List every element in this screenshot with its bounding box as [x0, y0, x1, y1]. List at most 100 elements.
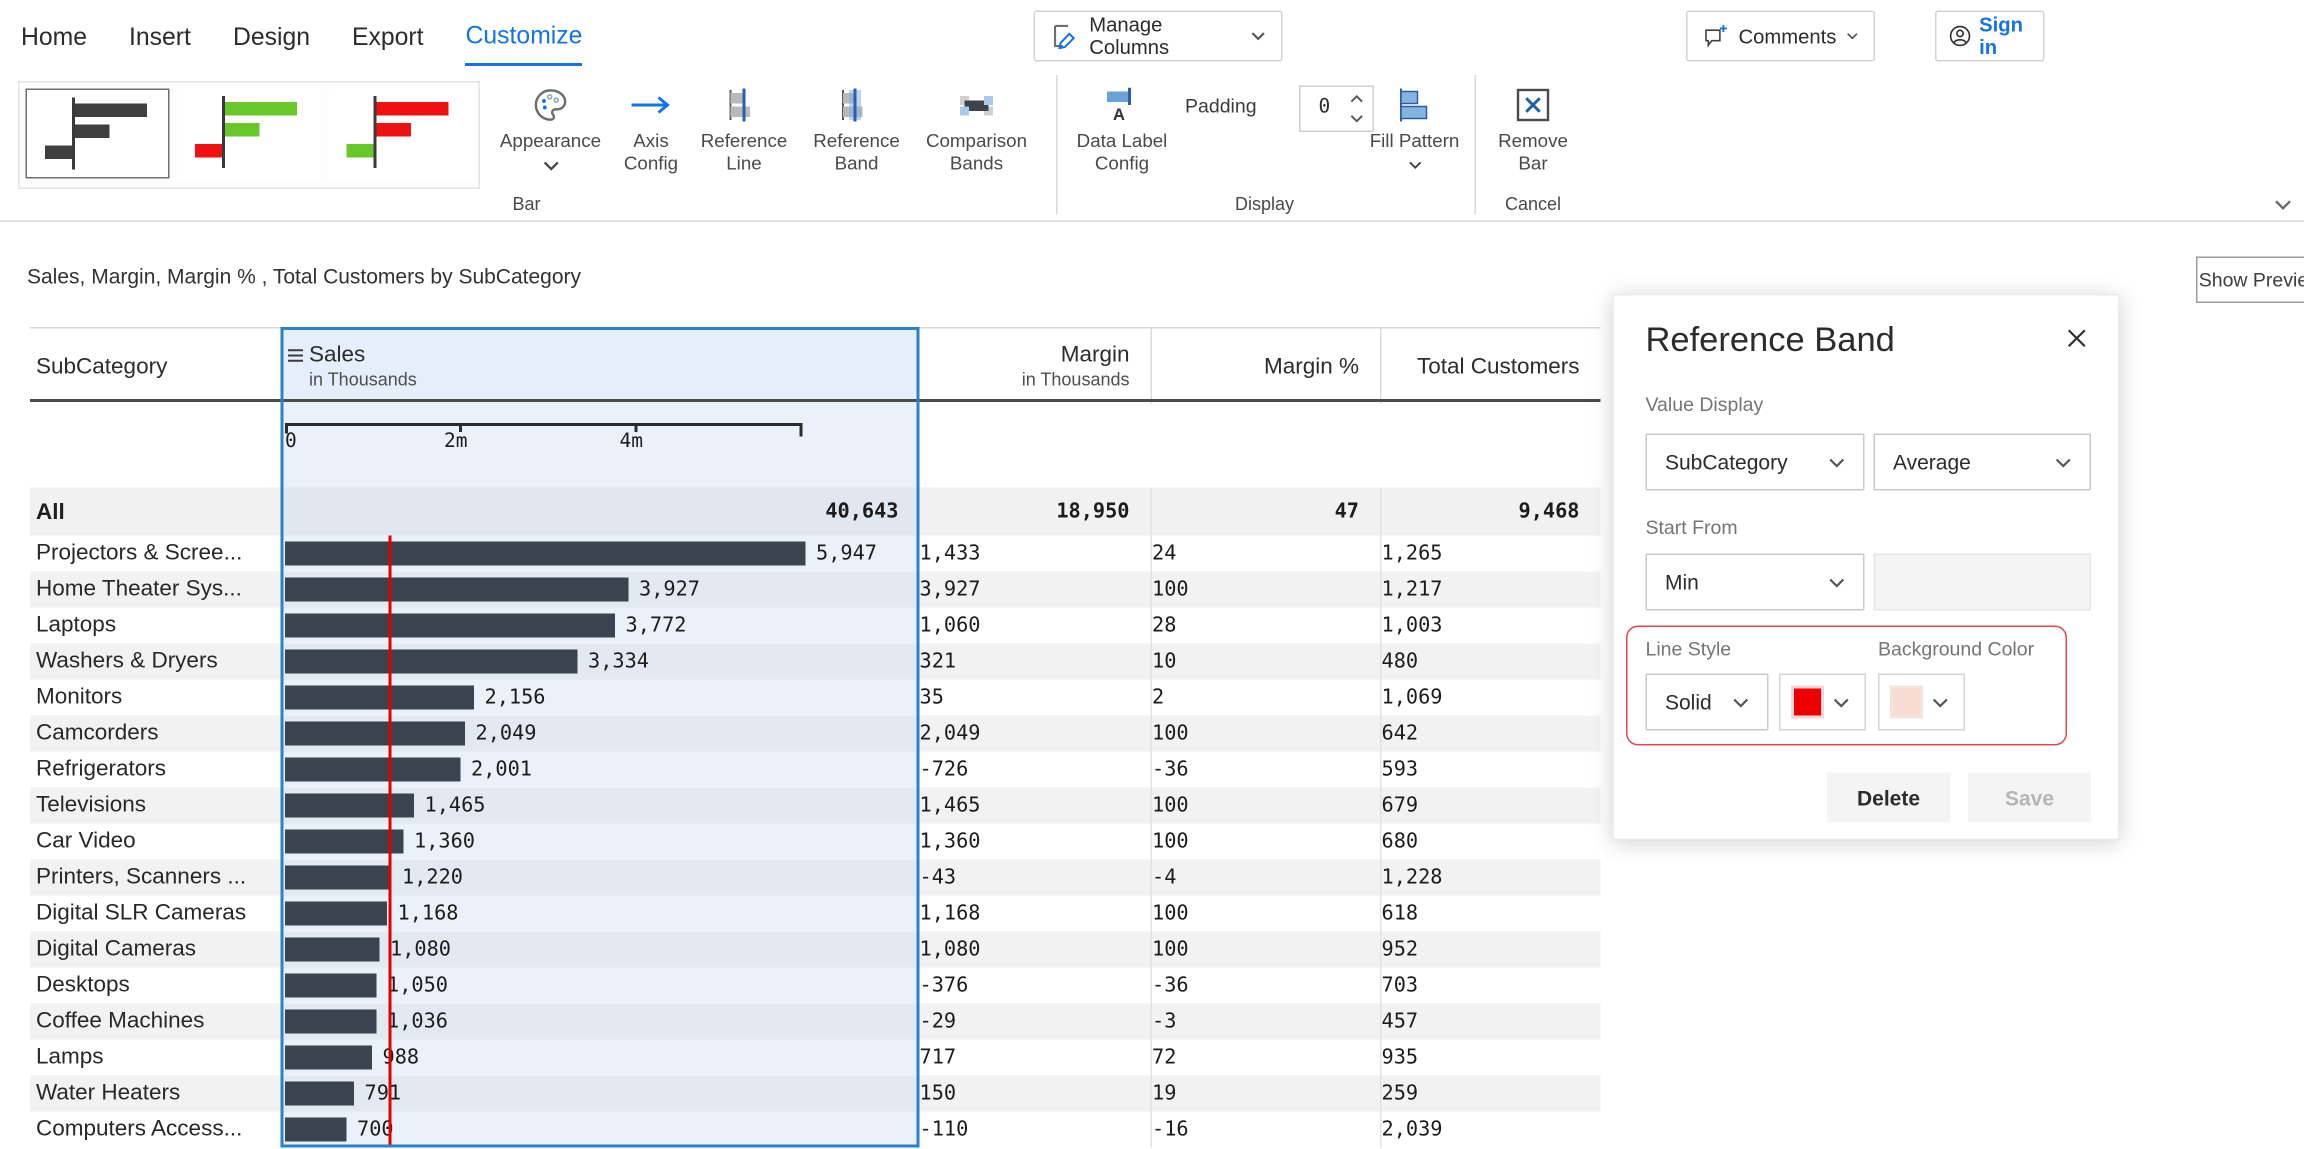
- row-margin-pct: 100: [1151, 932, 1381, 968]
- remove-bar-button[interactable]: Remove Bar: [1487, 84, 1580, 176]
- bar-style-thumbnail-gray[interactable]: [26, 89, 170, 179]
- group-label-cancel: Cancel: [1488, 194, 1578, 215]
- row-sales-cell: 3,772: [281, 608, 920, 644]
- close-icon[interactable]: [2066, 327, 2089, 350]
- sales-value-label: 1,168: [398, 896, 459, 932]
- table-row[interactable]: Washers & Dryers 3,334 321 10 480: [30, 644, 1601, 680]
- table-row[interactable]: Digital SLR Cameras 1,168 1,168 100 618: [30, 896, 1601, 932]
- row-sales-cell: 1,080: [281, 932, 920, 968]
- sales-bar: [285, 722, 465, 746]
- collapse-ribbon-icon[interactable]: [2274, 200, 2292, 211]
- background-color-dropdown[interactable]: [1878, 674, 1965, 731]
- row-sales-cell: 791: [281, 1076, 920, 1112]
- reference-line-button[interactable]: Reference Line: [696, 84, 792, 176]
- row-margin-pct: 28: [1151, 608, 1381, 644]
- app-window: Home Insert Design Export Customize Manage C…: [0, 0, 2304, 1149]
- padding-input[interactable]: [1316, 95, 1352, 121]
- value-display-aggregation-dropdown[interactable]: Average: [1874, 434, 2092, 491]
- sales-bar: [285, 1082, 354, 1106]
- row-margin-pct: 100: [1151, 824, 1381, 860]
- sales-bar: [285, 578, 629, 602]
- header-sales-label: Sales: [309, 342, 365, 368]
- menu-customize[interactable]: Customize: [466, 5, 583, 65]
- table-row-all[interactable]: All 40,643 18,950 47 9,468: [30, 488, 1601, 536]
- reference-band-button[interactable]: Reference Band: [809, 84, 905, 176]
- table-row[interactable]: Camcorders 2,049 2,049 100 642: [30, 716, 1601, 752]
- reference-line-label: Reference Line: [696, 131, 792, 176]
- header-margin-subtitle: in Thousands: [1022, 369, 1130, 390]
- row-sales-cell: 1,220: [281, 860, 920, 896]
- palette-icon: [531, 86, 570, 125]
- header-total-customers[interactable]: Total Customers: [1380, 329, 1601, 404]
- table-row[interactable]: Digital Cameras 1,080 1,080 100 952: [30, 932, 1601, 968]
- table-row[interactable]: Car Video 1,360 1,360 100 680: [30, 824, 1601, 860]
- sales-value-label: 791: [365, 1076, 402, 1112]
- table-row[interactable]: Televisions 1,465 1,465 100 679: [30, 788, 1601, 824]
- table-row[interactable]: Printers, Scanners ... 1,220 -43 -4 1,22…: [30, 860, 1601, 896]
- table-row[interactable]: Laptops 3,772 1,060 28 1,003: [30, 608, 1601, 644]
- value-display-field-dropdown[interactable]: SubCategory: [1646, 434, 1865, 491]
- fill-pattern-button[interactable]: Fill Pattern: [1370, 84, 1460, 176]
- comments-button[interactable]: Comments: [1686, 11, 1875, 62]
- data-label-config-button[interactable]: A Data Label Config: [1070, 84, 1175, 176]
- header-margin[interactable]: Margin in Thousands: [920, 329, 1151, 404]
- row-sales-cell: 1,465: [281, 788, 920, 824]
- row-margin-pct: 47: [1151, 488, 1381, 536]
- sales-bar: [285, 794, 414, 818]
- header-sales[interactable]: Sales in Thousands: [281, 329, 920, 404]
- comparison-bands-button[interactable]: Comparison Bands: [914, 84, 1040, 176]
- menu-export[interactable]: Export: [352, 7, 424, 64]
- header-margin-pct[interactable]: Margin %: [1151, 329, 1381, 404]
- sign-in-button[interactable]: Sign in: [1935, 11, 2045, 62]
- row-customers: 680: [1380, 824, 1601, 860]
- table-row[interactable]: Desktops 1,050 -376 -36 703: [30, 968, 1601, 1004]
- row-margin-pct: 72: [1151, 1040, 1381, 1076]
- row-margin: 1,433: [920, 536, 1151, 572]
- show-preview-button[interactable]: Show Preview: [2196, 257, 2304, 304]
- stepper-up-icon[interactable]: [1350, 95, 1364, 104]
- start-from-value-input[interactable]: [1874, 554, 2092, 611]
- sign-in-label: Sign in: [1979, 14, 2031, 59]
- sales-bar: [285, 866, 392, 890]
- row-category: Lamps: [30, 1040, 281, 1076]
- row-category: Home Theater Sys...: [30, 572, 281, 608]
- padding-stepper[interactable]: [1299, 86, 1374, 133]
- menu-insert[interactable]: Insert: [129, 7, 191, 64]
- axis-config-button[interactable]: Axis Config: [612, 84, 690, 176]
- row-sales-cell: 988: [281, 1040, 920, 1076]
- background-color-swatch: [1890, 686, 1923, 719]
- table-row[interactable]: Water Heaters 791 150 19 259: [30, 1076, 1601, 1112]
- table-row[interactable]: Coffee Machines 1,036 -29 -3 457: [30, 1004, 1601, 1040]
- bar-style-thumbnail-green-red[interactable]: [177, 89, 321, 179]
- row-sales-cell: 40,643: [281, 488, 920, 536]
- start-from-dropdown[interactable]: Min: [1646, 554, 1865, 611]
- table-row[interactable]: Refrigerators 2,001 -726 -36 593: [30, 752, 1601, 788]
- stepper-down-icon[interactable]: [1350, 114, 1364, 123]
- line-color-dropdown[interactable]: [1779, 674, 1866, 731]
- row-margin: 1,360: [920, 824, 1151, 860]
- row-sales-cell: 2,049: [281, 716, 920, 752]
- padding-label: Padding: [1185, 95, 1257, 118]
- table-row[interactable]: Computers Access... 700 -110 -16 2,039: [30, 1112, 1601, 1148]
- drag-handle-icon[interactable]: [287, 347, 305, 362]
- chevron-down-icon: [1408, 160, 1422, 169]
- bar-style-thumbnail-red-green[interactable]: [329, 89, 473, 179]
- menu-home[interactable]: Home: [21, 7, 87, 64]
- sales-bar: [285, 542, 806, 566]
- sales-bar: [285, 1010, 377, 1034]
- manage-columns-button[interactable]: Manage Columns: [1034, 11, 1283, 62]
- sales-bar: [285, 974, 377, 998]
- sales-bar: [285, 1118, 347, 1142]
- table-row[interactable]: Monitors 2,156 35 2 1,069: [30, 680, 1601, 716]
- menu-design[interactable]: Design: [233, 7, 310, 64]
- line-style-dropdown[interactable]: Solid: [1646, 674, 1769, 731]
- table-row[interactable]: Home Theater Sys... 3,927 3,927 100 1,21…: [30, 572, 1601, 608]
- appearance-button[interactable]: Appearance: [495, 84, 606, 180]
- save-button[interactable]: Save: [1968, 773, 2091, 823]
- table-row[interactable]: Lamps 988 717 72 935: [30, 1040, 1601, 1076]
- header-subcategory[interactable]: SubCategory: [30, 329, 281, 404]
- table-row[interactable]: Projectors & Scree... 5,947 1,433 24 1,2…: [30, 536, 1601, 572]
- sales-value-label: 1,220: [402, 860, 463, 896]
- delete-button[interactable]: Delete: [1827, 773, 1950, 823]
- axis-tick-2m: 2m: [444, 431, 467, 454]
